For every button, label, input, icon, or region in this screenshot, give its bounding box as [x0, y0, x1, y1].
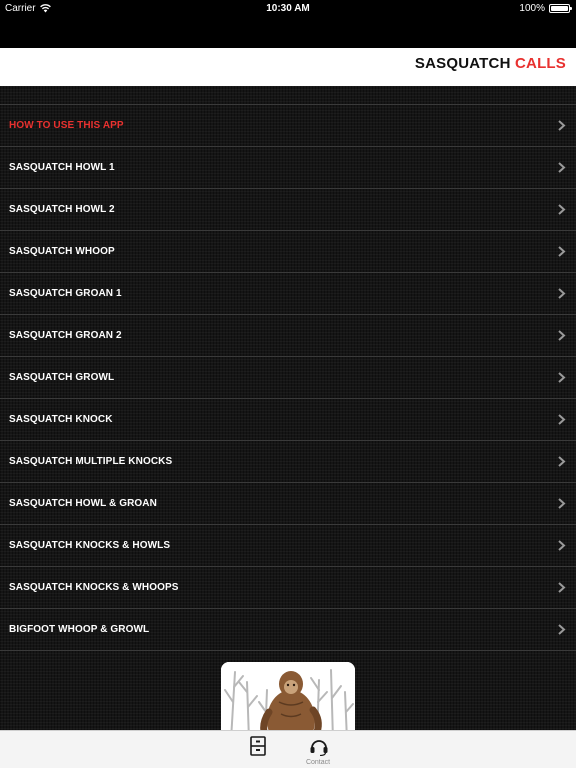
chevron-right-icon	[558, 582, 566, 593]
list-item[interactable]: SASQUATCH KNOCKS & HOWLS	[0, 525, 576, 567]
battery-percent: 100%	[519, 3, 545, 14]
chevron-right-icon	[558, 624, 566, 635]
battery-fill	[551, 6, 568, 11]
chevron-right-icon	[558, 456, 566, 467]
list-item-label: BIGFOOT WHOOP & GROWL	[9, 624, 150, 635]
list-item[interactable]: SASQUATCH HOWL 2	[0, 189, 576, 231]
status-right: 100%	[519, 3, 572, 14]
list-item[interactable]: SASQUATCH GROAN 1	[0, 273, 576, 315]
title-part-2: CALLS	[515, 55, 566, 72]
list-item[interactable]: SASQUATCH HOWL & GROAN	[0, 483, 576, 525]
list-item[interactable]: HOW TO USE THIS APP	[0, 105, 576, 147]
battery-icon	[549, 4, 572, 13]
header: SASQUATCH CALLS	[0, 48, 576, 86]
list-item[interactable]: SASQUATCH MULTIPLE KNOCKS	[0, 441, 576, 483]
banner-card[interactable]	[221, 662, 355, 740]
call-list: HOW TO USE THIS APP SASQUATCH HOWL 1 SASQU…	[0, 104, 576, 651]
chevron-right-icon	[558, 414, 566, 425]
list-item-label: SASQUATCH GROWL	[9, 372, 115, 383]
navigation-band	[0, 18, 576, 48]
status-time: 10:30 AM	[266, 3, 310, 14]
chevron-right-icon	[558, 498, 566, 509]
chevron-right-icon	[558, 162, 566, 173]
list-item[interactable]: SASQUATCH WHOOP	[0, 231, 576, 273]
chevron-right-icon	[558, 540, 566, 551]
chevron-right-icon	[558, 288, 566, 299]
list-item-label: HOW TO USE THIS APP	[9, 120, 124, 131]
chevron-right-icon	[558, 330, 566, 341]
page-title: SASQUATCH CALLS	[415, 55, 566, 72]
tab-contact[interactable]: Contact	[298, 734, 338, 768]
sasquatch-illustration	[221, 662, 355, 740]
list-item-label: SASQUATCH KNOCKS & HOWLS	[9, 540, 171, 551]
list-item-label: SASQUATCH GROAN 1	[9, 288, 122, 299]
headset-icon	[310, 740, 328, 756]
chevron-right-icon	[558, 246, 566, 257]
chevron-right-icon	[558, 120, 566, 131]
list-item-label: SASQUATCH GROAN 2	[9, 330, 122, 341]
list-item[interactable]: SASQUATCH GROAN 2	[0, 315, 576, 357]
list-item-label: SASQUATCH KNOCK	[9, 414, 113, 425]
cabinet-icon	[250, 736, 266, 756]
status-bar: Carrier 10:30 AM 100%	[0, 0, 576, 18]
list-item-label: SASQUATCH HOWL 2	[9, 204, 115, 215]
list-item[interactable]: SASQUATCH KNOCKS & WHOOPS	[0, 567, 576, 609]
list-item-label: SASQUATCH KNOCKS & WHOOPS	[9, 582, 179, 593]
tab-bar: Contact	[0, 730, 576, 768]
list-item[interactable]: SASQUATCH HOWL 1	[0, 147, 576, 189]
list-item-label: SASQUATCH HOWL & GROAN	[9, 498, 157, 509]
chevron-right-icon	[558, 372, 566, 383]
list-item-label: SASQUATCH HOWL 1	[9, 162, 115, 173]
tab-sounds[interactable]	[238, 734, 278, 768]
list-item[interactable]: SASQUATCH KNOCK	[0, 399, 576, 441]
chevron-right-icon	[558, 204, 566, 215]
list-item-label: SASQUATCH MULTIPLE KNOCKS	[9, 456, 173, 467]
title-part-1: SASQUATCH	[414, 55, 511, 72]
tab-contact-label: Contact	[305, 759, 331, 766]
list-item-label: SASQUATCH WHOOP	[9, 246, 115, 257]
list-item[interactable]: BIGFOOT WHOOP & GROWL	[0, 609, 576, 651]
list-item[interactable]: SASQUATCH GROWL	[0, 357, 576, 399]
